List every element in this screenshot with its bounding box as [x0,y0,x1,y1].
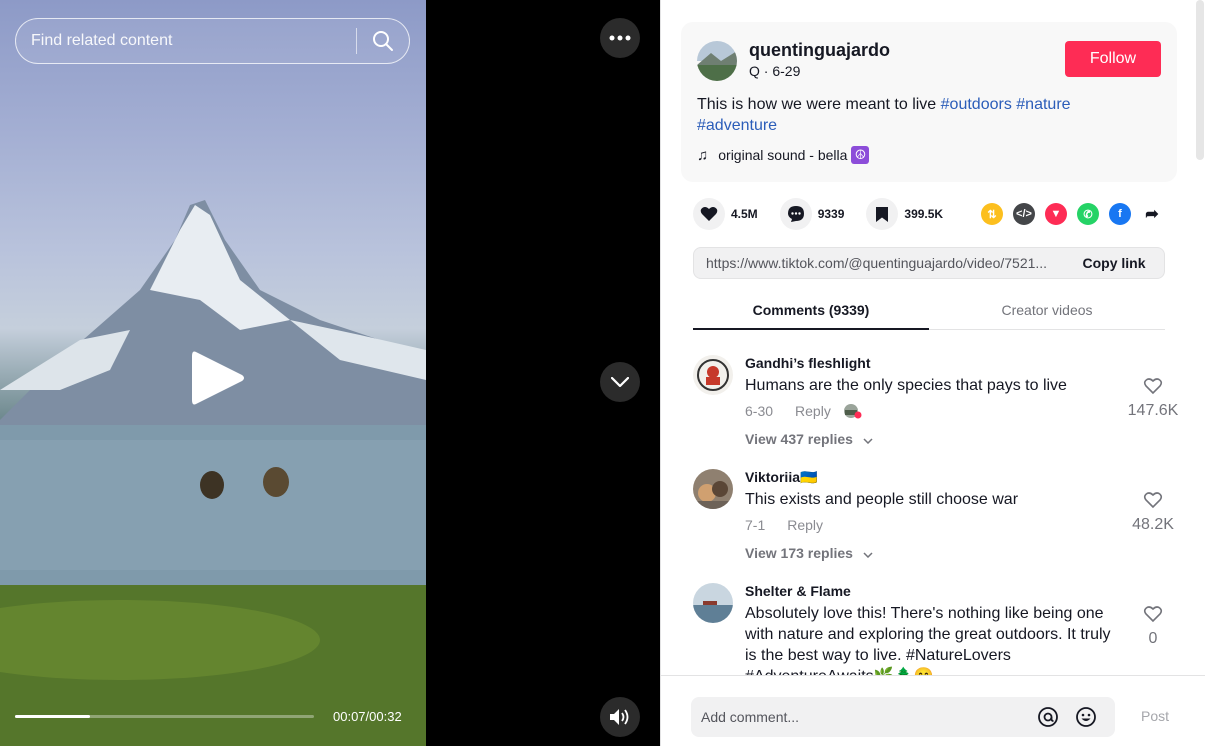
comment-item: Viktoriia🇺🇦 This exists and people still… [693,469,1183,569]
view-replies-button[interactable]: View 173 replies [745,545,873,561]
comment-text: Humans are the only species that pays to… [745,377,1067,394]
comment-like-button[interactable]: 147.6K [1123,377,1183,420]
follow-button[interactable]: Follow [1065,41,1161,77]
search-icon [373,31,393,51]
music-note-icon: ♫ [697,146,709,164]
save-count: 399.5K [904,207,944,221]
time-readout: 00:07/00:32 [333,709,402,724]
post-info-card: quentinguajardo Q · 6-29 Follow This is … [681,22,1177,182]
music-title: original sound - bella [718,147,848,163]
comment-like-button[interactable]: 0 [1123,605,1183,648]
heart-icon [693,198,725,230]
facebook-icon[interactable]: f [1109,203,1131,225]
heart-outline-icon [1143,606,1163,623]
commenter-name[interactable]: Viktoriia🇺🇦 [745,469,817,486]
view-replies-label: View 173 replies [745,545,853,561]
play-icon[interactable] [190,348,246,408]
creator-liked-avatar-icon [843,404,862,419]
author-avatar[interactable] [697,41,737,81]
emoji-icon[interactable] [1075,706,1097,728]
heart-outline-icon [1143,378,1163,395]
comment-item: Shelter & Flame Absolutely love this! Th… [693,583,1183,675]
commenter-avatar[interactable] [693,469,733,509]
comment-button[interactable]: 9339 [779,198,845,230]
engagement-bar: 4.5M 9339 399.5K [693,198,965,230]
progress-bar[interactable] [15,715,314,718]
commenter-name[interactable]: Gandhi’s fleshlight [745,355,871,371]
comment-like-count: 48.2K [1132,516,1174,533]
like-count: 4.5M [731,207,758,221]
share-options: ⇅ </> ▼ ✆ f ➦ [981,203,1173,225]
comment-meta: 6-30 Reply [745,403,863,419]
like-button[interactable]: 4.5M [693,198,758,230]
panel-tabs: Comments (9339) Creator videos [693,290,1165,330]
copy-link-button[interactable]: Copy link [1064,255,1164,271]
music-link[interactable]: ♫ original sound - bella ☮ [697,146,870,164]
mention-icon[interactable] [1037,706,1059,728]
comment-date: 6-30 [745,403,774,419]
send-to-friends-icon[interactable]: ▼ [1045,203,1067,225]
post-caption: This is how we were meant to live #outdo… [697,94,1137,136]
peace-sign-icon: ☮ [851,146,870,164]
video-link-box: https://www.tiktok.com/@quentinguajardo/… [693,247,1165,279]
chevron-down-icon [611,377,629,387]
comment-item: Gandhi’s fleshlight Humans are the only … [693,355,1183,455]
comment-placeholder: Add comment... [701,709,800,725]
hashtag-link[interactable]: #adventure [697,117,777,134]
repost-icon[interactable]: ⇅ [981,203,1003,225]
search-input[interactable]: Find related content [16,19,356,63]
tab-creator-videos[interactable]: Creator videos [929,290,1165,329]
comment-like-count: 0 [1148,630,1158,647]
search-button[interactable] [357,19,409,63]
comment-list: Gandhi’s fleshlight Humans are the only … [661,331,1197,675]
volume-button[interactable] [600,697,640,737]
progress-fill [15,715,90,718]
chevron-down-icon [863,438,873,445]
video-controls-column [426,0,660,746]
comment-text: This exists and people still choose war [745,491,1019,508]
bookmark-icon [866,198,899,230]
comment-composer: Add comment... Post [661,675,1205,746]
view-replies-label: View 437 replies [745,431,853,447]
save-button[interactable]: 399.5K [866,198,943,230]
video-player[interactable]: Find related content 00:07/00:32 [0,0,426,746]
view-replies-button[interactable]: View 437 replies [745,431,873,447]
reply-button[interactable]: Reply [787,517,823,533]
tab-comments[interactable]: Comments (9339) [693,290,929,330]
hashtag-link[interactable]: #nature [1016,96,1070,113]
caption-text: This is how we were meant to live [697,96,941,113]
video-link-url: https://www.tiktok.com/@quentinguajardo/… [706,255,1048,271]
more-icon [609,35,631,41]
scrollbar[interactable] [1196,0,1204,160]
comment-like-count: 147.6K [1127,402,1179,419]
heart-outline-icon [1143,492,1163,509]
commenter-avatar[interactable] [693,583,733,623]
whatsapp-icon[interactable]: ✆ [1077,203,1099,225]
hashtag-link[interactable]: #outdoors [941,96,1012,113]
author-username[interactable]: quentinguajardo [749,40,890,61]
reply-button[interactable]: Reply [795,403,831,419]
share-arrow-icon[interactable]: ➦ [1141,203,1163,225]
comment-icon [779,198,812,230]
commenter-name[interactable]: Shelter & Flame [745,583,851,599]
embed-icon[interactable]: </> [1013,203,1035,225]
comment-meta: 7-1 Reply [745,517,823,533]
chevron-down-icon [863,552,873,559]
comment-like-button[interactable]: 48.2K [1123,491,1183,534]
comment-date: 7-1 [745,517,766,533]
next-video-button[interactable] [600,362,640,402]
search-box[interactable]: Find related content [15,18,410,64]
comment-text: Absolutely love this! There's nothing li… [745,605,1111,675]
author-subtitle: Q · 6-29 [749,63,801,79]
volume-icon [610,709,629,725]
more-options-button[interactable] [600,18,640,58]
details-panel: quentinguajardo Q · 6-29 Follow This is … [660,0,1205,746]
comment-count: 9339 [817,207,845,221]
post-comment-button[interactable]: Post [1141,708,1169,724]
comment-input[interactable]: Add comment... [691,697,1115,737]
commenter-avatar[interactable] [693,355,733,395]
